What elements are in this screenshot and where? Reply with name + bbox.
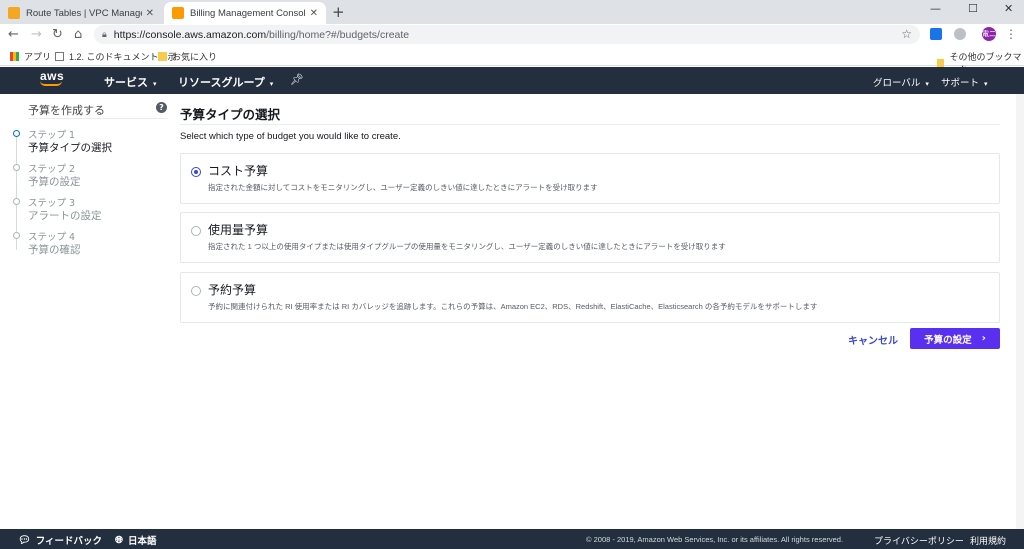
step-indicator-icon <box>13 232 20 239</box>
step-number: ステップ 4 <box>28 232 76 243</box>
box-icon <box>8 7 20 19</box>
copyright: © 2008 - 2019, Amazon Web Services, Inc.… <box>586 535 844 544</box>
browser-tab-strip: Route Tables | VPC Management ✕ Billing … <box>0 0 1024 24</box>
region-label: グローバル <box>873 78 921 89</box>
divider <box>28 118 168 119</box>
window-close-button[interactable]: ✕ <box>1004 2 1013 15</box>
pin-icon[interactable]: 📌︎ <box>290 73 304 86</box>
language-selector[interactable]: 🌐︎ 日本語 <box>115 533 157 548</box>
minimize-button[interactable]: — <box>930 2 941 15</box>
new-tab-button[interactable]: + <box>332 3 345 21</box>
set-budget-button[interactable]: 予算の設定 › <box>910 328 1000 349</box>
globe-icon: 🌐︎ <box>115 534 123 546</box>
bookmark-star-icon[interactable]: ☆ <box>901 27 912 41</box>
folder-icon <box>158 52 167 61</box>
aws-footer: 💬︎ フィードバック 🌐︎ 日本語 © 2008 - 2019, Amazon … <box>0 529 1024 549</box>
bookmark-apps[interactable]: アプリ <box>10 50 51 63</box>
bookmark-label: アプリ <box>24 52 52 62</box>
address-bar[interactable]: 🔒︎ https://console.aws.amazon.com/billin… <box>94 25 920 44</box>
step-name: アラートの設定 <box>28 210 102 222</box>
page-scrollbar[interactable] <box>1016 94 1024 529</box>
feedback-label: フィードバック <box>35 536 103 547</box>
cube-icon <box>172 7 184 19</box>
radio-button[interactable] <box>191 286 201 296</box>
document-icon <box>55 52 64 61</box>
budget-type-option-cost[interactable]: コスト予算 指定された金額に対してコストをモニタリングし、ユーザー定義のしきい値… <box>180 153 1000 204</box>
region-menu[interactable]: グローバル ▾ <box>873 75 929 89</box>
bookmark-favorites[interactable]: お気に入り <box>158 50 217 63</box>
tab-title: Route Tables | VPC Management <box>26 7 142 19</box>
resource-groups-label: リソースグループ <box>178 76 265 89</box>
maximize-button[interactable]: ☐ <box>968 2 978 15</box>
speech-bubble-icon: 💬︎ <box>18 534 31 546</box>
option-name: 使用量予算 <box>208 223 269 237</box>
chevron-right-icon: › <box>981 333 986 344</box>
url-host: https://console.aws.amazon.com <box>113 28 267 41</box>
feedback-link[interactable]: 💬︎ フィードバック <box>18 533 103 548</box>
page-title: 予算タイプの選択 <box>180 107 281 122</box>
step-indicator-icon <box>13 198 20 205</box>
step-number: ステップ 3 <box>28 198 76 209</box>
step-name: 予算の設定 <box>28 176 81 188</box>
extension-icon[interactable] <box>930 28 942 40</box>
bookmarks-bar: アプリ 1.2. このドキュメントが示 お気に入り その他のブックマーク <box>0 46 1024 75</box>
bookmark-label: お気に入り <box>172 52 218 62</box>
terms-link[interactable]: 利用規約 <box>970 534 1006 547</box>
apps-grid-icon <box>10 52 19 61</box>
budget-type-option-usage[interactable]: 使用量予算 指定された 1 つ以上の使用タイプまたは使用タイプグループの使用量を… <box>180 212 1000 263</box>
option-description: 指定された金額に対してコストをモニタリングし、ユーザー定義のしきい値に達したとき… <box>208 183 598 192</box>
language-label: 日本語 <box>128 536 157 547</box>
chevron-down-icon: ▾ <box>153 80 157 88</box>
wizard-title: 予算を作成する <box>28 104 105 117</box>
profile-avatar[interactable]: 電二 <box>982 27 996 41</box>
wizard-sidebar: 予算を作成する ? ステップ 1 予算タイプの選択 ステップ 2 予算の設定 ス… <box>0 94 172 529</box>
radio-button[interactable] <box>191 167 201 177</box>
step-indicator-icon <box>13 130 20 137</box>
services-label: サービス <box>104 76 148 89</box>
back-button[interactable]: ← <box>8 27 19 42</box>
tab-title: Billing Management Console <box>190 7 306 19</box>
step-number: ステップ 1 <box>28 130 76 141</box>
step-name: 予算タイプの選択 <box>28 142 112 154</box>
divider <box>180 124 1000 125</box>
aws-logo[interactable]: aws <box>40 70 68 90</box>
home-icon[interactable]: ⌂ <box>74 27 82 42</box>
set-budget-label: 予算の設定 <box>924 334 972 346</box>
option-name: コスト予算 <box>208 164 269 178</box>
chevron-down-icon: ▾ <box>984 80 988 88</box>
step-number: ステップ 2 <box>28 164 76 175</box>
lock-icon: 🔒︎ <box>102 29 107 39</box>
option-description: 予約に関連付けられた RI 使用率または RI カバレッジを追跡します。これらの… <box>208 302 818 311</box>
privacy-policy-link[interactable]: プライバシーポリシー <box>874 534 964 547</box>
support-label: サポート <box>941 78 980 89</box>
close-icon[interactable]: ✕ <box>310 8 318 19</box>
main-content: 予算タイプの選択 Select which type of budget you… <box>180 94 1000 529</box>
chevron-down-icon: ▾ <box>269 80 274 88</box>
reload-button[interactable]: ↻ <box>52 27 63 42</box>
url-path: /billing/home?#/budgets/create <box>266 28 410 41</box>
resource-groups-menu[interactable]: リソースグループ ▾ <box>178 74 273 90</box>
intro-text: Select which type of budget you would li… <box>180 131 401 142</box>
chrome-menu-icon[interactable]: ⋮ <box>1005 27 1017 41</box>
chevron-down-icon: ▾ <box>925 80 929 88</box>
tab-route-tables[interactable]: Route Tables | VPC Management ✕ <box>0 2 162 24</box>
cancel-button[interactable]: キャンセル <box>848 332 898 347</box>
option-description: 指定された 1 つ以上の使用タイプまたは使用タイプグループの使用量をモニタリング… <box>208 242 726 251</box>
help-icon[interactable]: ? <box>156 102 167 113</box>
step-name: 予算の確認 <box>28 244 81 256</box>
aws-top-nav: aws サービス ▾ リソースグループ ▾ 📌︎ グローバル ▾ サポート ▾ <box>0 67 1024 94</box>
option-name: 予約予算 <box>208 283 257 297</box>
browser-toolbar: ← → ↻ ⌂ 🔒︎ https://console.aws.amazon.co… <box>0 24 1024 46</box>
aws-logo-text: aws <box>40 69 65 83</box>
radio-button[interactable] <box>191 226 201 236</box>
extension-icon[interactable] <box>954 28 966 40</box>
close-icon[interactable]: ✕ <box>146 8 154 19</box>
support-menu[interactable]: サポート ▾ <box>941 75 988 89</box>
forward-button[interactable]: → <box>31 27 42 42</box>
services-menu[interactable]: サービス ▾ <box>104 74 157 90</box>
step-indicator-icon <box>13 164 20 171</box>
budget-type-option-reservation[interactable]: 予約予算 予約に関連付けられた RI 使用率または RI カバレッジを追跡します… <box>180 272 1000 323</box>
tab-billing-console[interactable]: Billing Management Console ✕ <box>164 2 326 24</box>
